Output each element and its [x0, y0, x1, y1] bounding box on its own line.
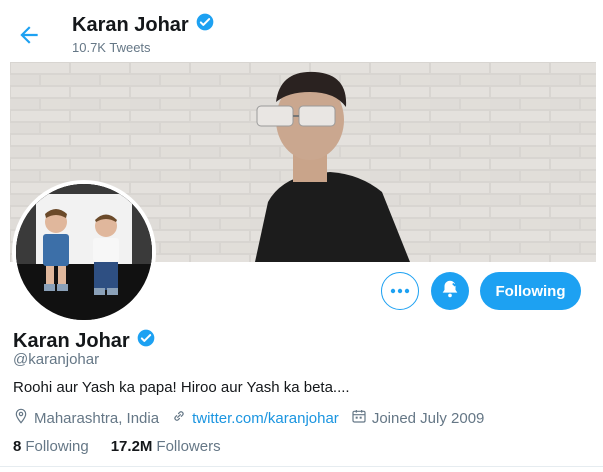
profile-bio: Roohi aur Yash ka papa! Hiroo aur Yash k…	[13, 379, 350, 396]
location-text: Maharashtra, India	[34, 409, 160, 427]
location-pin-icon	[13, 408, 29, 428]
tweet-count: 10.7K Tweets	[72, 40, 151, 55]
followers-count: 17.2M	[110, 438, 153, 455]
profile-header: Karan Johar 10.7K Tweets	[0, 0, 603, 62]
follow-counts: 8 Following 17.2M Followers	[13, 438, 221, 455]
calendar-icon	[351, 408, 367, 428]
back-arrow-icon[interactable]	[16, 22, 42, 48]
following-label: Following	[25, 438, 89, 455]
followers-count-link[interactable]: 17.2M Followers	[111, 438, 221, 455]
following-button[interactable]: Following	[480, 272, 581, 310]
verified-badge-icon	[136, 328, 156, 354]
following-count-link[interactable]: 8 Following	[13, 438, 89, 455]
bell-check-icon	[439, 278, 461, 305]
location-item: Maharashtra, India	[13, 408, 159, 428]
joined-item: Joined July 2009	[351, 408, 485, 428]
profile-meta: Maharashtra, India twitter.com/karanjoha…	[13, 408, 496, 428]
more-options-button[interactable]	[381, 272, 419, 310]
website-item: twitter.com/karanjohar	[171, 408, 339, 428]
profile-avatar[interactable]	[12, 180, 156, 324]
following-count: 8	[13, 438, 22, 455]
profile-handle: @karanjohar	[13, 351, 100, 368]
followers-label: Followers	[156, 438, 221, 455]
header-title: Karan Johar	[72, 12, 215, 38]
divider	[0, 466, 603, 467]
link-icon	[171, 408, 187, 428]
header-title-block: Karan Johar 10.7K Tweets	[72, 12, 215, 55]
profile-name-text: Karan Johar	[13, 329, 130, 352]
notifications-button[interactable]	[431, 272, 469, 310]
verified-badge-icon	[195, 12, 215, 38]
more-dots-icon	[389, 282, 411, 300]
header-title-text: Karan Johar	[72, 14, 189, 36]
website-link[interactable]: twitter.com/karanjohar	[192, 410, 339, 427]
joined-text: Joined July 2009	[371, 409, 485, 427]
